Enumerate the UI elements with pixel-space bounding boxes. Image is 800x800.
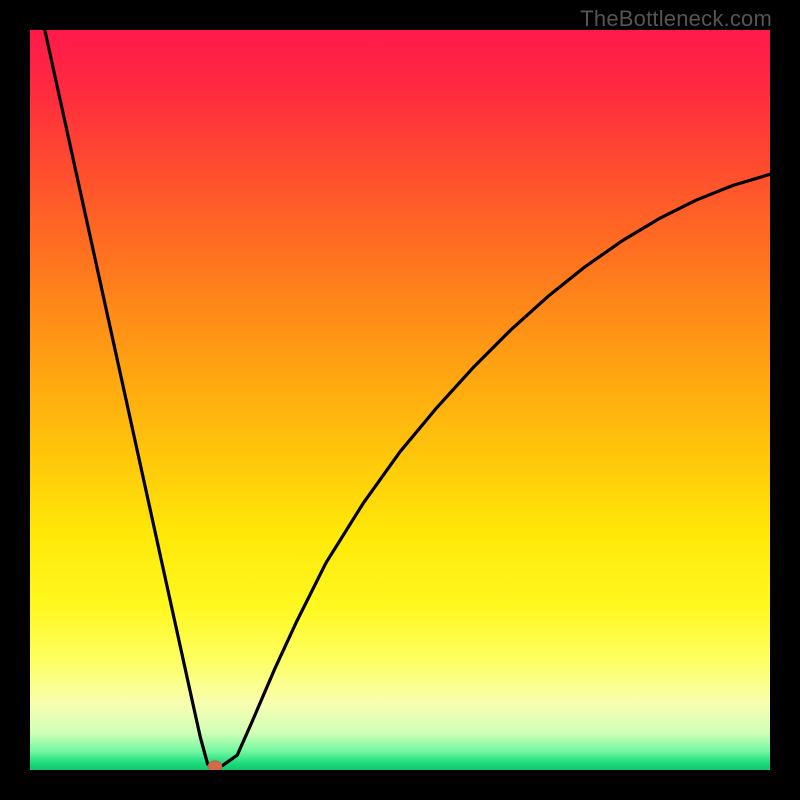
plot-area	[30, 30, 770, 770]
optimal-point-marker	[208, 761, 222, 770]
bottleneck-curve-svg	[30, 30, 770, 770]
chart-container: TheBottleneck.com	[0, 0, 800, 800]
watermark-text: TheBottleneck.com	[580, 6, 772, 32]
bottleneck-curve	[45, 30, 770, 766]
